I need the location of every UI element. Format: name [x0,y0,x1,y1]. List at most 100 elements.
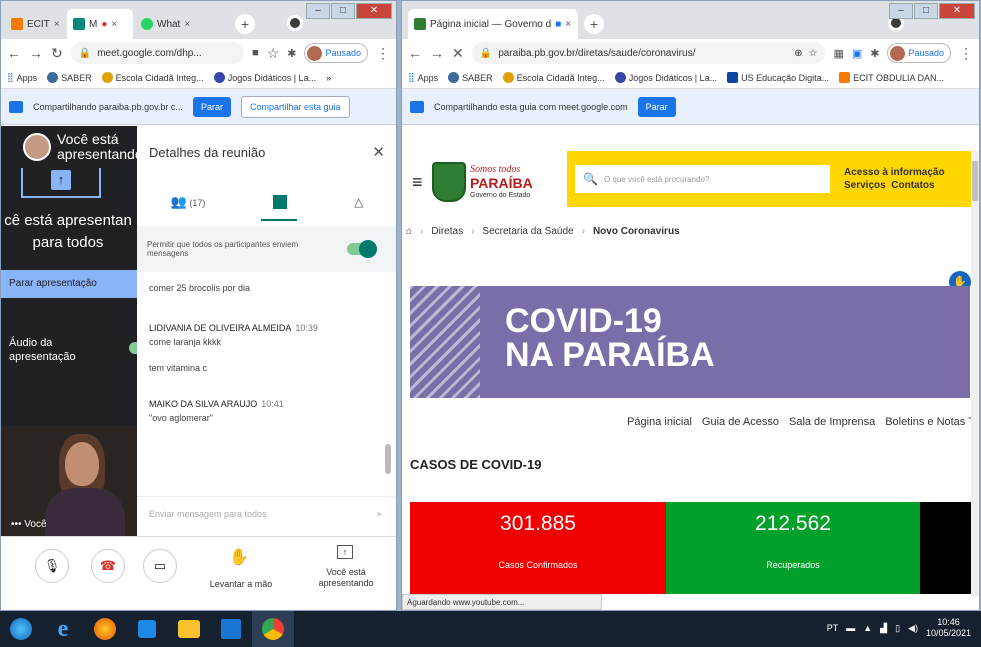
maximize-button[interactable]: □ [331,3,355,19]
taskbar-media[interactable] [126,611,168,647]
menu-icon[interactable]: ⋮ [959,45,973,62]
bookmark-escola[interactable]: Escola Cidadã Integ... [101,72,204,83]
stop-sharing-button[interactable]: Parar [637,96,676,117]
minimize-button[interactable]: – [306,3,330,19]
stop-loading-icon[interactable]: ✕ [452,45,464,62]
bookmark-escola[interactable]: Escola Cidadã Integ... [502,72,605,83]
windows-taskbar: e PT ▬ ▲ ▟ ▯ ◀) 10:46 10/05/2021 [0,611,981,647]
volume-icon[interactable]: ◀) [908,623,918,634]
chat-scrollbar[interactable] [385,444,391,474]
forward-icon[interactable]: → [29,45,43,61]
scroll-thumb[interactable] [972,161,978,201]
minimize-button[interactable]: – [889,3,913,19]
tab-meet[interactable]: M ● × [67,9,133,39]
profile-button[interactable]: Pausado [304,43,368,63]
stop-presenting-button[interactable]: Parar apresentação [1,270,137,298]
hand-icon[interactable]: ✋ [229,547,249,567]
bookmark-jogos[interactable]: Jogos Didáticos | La... [614,72,717,83]
show-hidden-icon[interactable]: ▲ [863,623,872,633]
subnav-bulletins[interactable]: Boletins e Notas Té [885,416,979,428]
taskbar-firefox[interactable] [84,611,126,647]
breadcrumb-item[interactable]: Secretaria da Saúde [482,226,573,237]
bookmark-jogos[interactable]: Jogos Didáticos | La... [213,72,316,83]
bookmark-saber[interactable]: SABER [448,72,493,83]
star-icon[interactable]: ☆ [808,48,817,59]
clock[interactable]: 10:46 10/05/2021 [926,617,971,639]
back-icon[interactable]: ← [7,45,21,61]
camera-icon[interactable]: ■ [252,47,259,59]
new-tab-button[interactable]: + [584,14,604,34]
subnav-press-room[interactable]: Sala de Imprensa [789,416,875,428]
new-tab-button[interactable]: + [235,14,255,34]
close-icon[interactable]: ✕ [372,143,385,161]
reload-icon[interactable]: ↻ [51,45,63,62]
audio-toggle[interactable] [129,342,137,354]
more-bookmarks-icon[interactable]: » [326,73,331,83]
taskbar-chrome[interactable] [252,611,294,647]
breadcrumb-item[interactable]: Novo Coronavirus [593,226,680,237]
present-icon[interactable]: ↑ [337,545,353,559]
forward-icon[interactable]: → [430,45,444,61]
subnav-access-guide[interactable]: Guia de Acesso [702,416,779,428]
raise-hand-button[interactable]: Levantar a mão [201,579,281,590]
subnav-home[interactable]: Página inicial [627,416,692,428]
address-bar[interactable]: 🔒 paraiba.pb.gov.br/diretas/saude/coronav… [471,42,826,64]
bookmark-apps[interactable]: ⣿ Apps [7,72,37,83]
close-icon[interactable]: × [184,19,190,30]
address-bar[interactable]: 🔒 meet.google.com/dhp... [70,42,245,64]
close-window-button[interactable]: ✕ [356,3,392,19]
start-button[interactable] [0,611,42,647]
extension-icon[interactable]: ▦ [833,47,843,60]
mic-button[interactable]: 🎙 [35,549,69,583]
breadcrumb-item[interactable]: Diretas [431,226,463,237]
site-search-input[interactable]: 🔍 O que você está procurando? [575,165,830,193]
site-logo[interactable]: Somos todos PARAÍBA Governo do Estado [432,157,542,207]
share-this-tab-button[interactable]: Compartilhar esta guia [241,95,350,118]
back-icon[interactable]: ← [408,45,422,61]
tab-people[interactable]: 👥 (17) [171,194,206,210]
tab-chat[interactable] [260,195,297,221]
bookmark-saber[interactable]: SABER [47,72,92,83]
tab-gov[interactable]: Página inicial — Governo d ■ × [408,9,578,39]
zoom-icon[interactable]: ⊕ [794,48,802,59]
allow-messages-toggle[interactable] [347,240,377,258]
contacts-link[interactable]: Contatos [891,180,934,191]
presenting-button[interactable]: Você está apresentando [307,567,385,589]
bookmark-us-educacao[interactable]: US Educação Digita... [727,72,829,83]
maximize-button[interactable]: □ [914,3,938,19]
send-icon[interactable]: ➤ [375,509,383,520]
extensions-icon[interactable]: ✱ [870,47,879,60]
stop-sharing-button[interactable]: Parar [193,96,232,117]
taskbar-word[interactable] [210,611,252,647]
camera-button[interactable]: ▭ [143,549,177,583]
confirmed-cases-card: 301.885 Casos Confirmados [410,502,666,594]
hangup-button[interactable]: ☎ [91,549,125,583]
home-icon[interactable]: ⌂ [406,226,412,237]
hamburger-menu-icon[interactable]: ≡ [412,172,432,193]
language-indicator[interactable]: PT [827,623,839,633]
bookmark-ecit[interactable]: ECIT OBDULIA DAN... [839,72,944,83]
bookmark-apps[interactable]: ⣿ Apps [408,72,438,83]
tab-whatsapp[interactable]: What × [135,9,201,39]
close-icon[interactable]: × [565,19,571,30]
extension-icon[interactable]: ▣ [852,47,862,60]
profile-button[interactable]: Pausado [887,43,951,63]
battery-icon[interactable]: ▯ [895,623,900,634]
access-info-link[interactable]: Acesso à informação [844,166,945,179]
star-icon[interactable]: ☆ [267,45,280,62]
close-icon[interactable]: × [54,19,60,30]
tab-activities[interactable]: △ [354,195,363,209]
taskbar-explorer[interactable] [168,611,210,647]
taskbar-ie[interactable]: e [42,611,84,647]
services-link[interactable]: Serviços [844,180,886,191]
close-icon[interactable]: × [111,19,117,30]
close-window-button[interactable]: ✕ [939,3,975,19]
keyboard-icon[interactable]: ▬ [846,623,855,633]
extensions-icon[interactable]: ✱ [287,47,296,60]
more-options-icon[interactable]: ••• [11,519,22,530]
signal-icon[interactable]: ▟ [880,623,887,634]
page-scrollbar[interactable] [971,151,979,596]
tab-ecit[interactable]: ECIT × [5,9,65,39]
chat-input[interactable]: Enviar mensagem para todos ➤ [137,496,396,536]
menu-icon[interactable]: ⋮ [376,45,390,62]
